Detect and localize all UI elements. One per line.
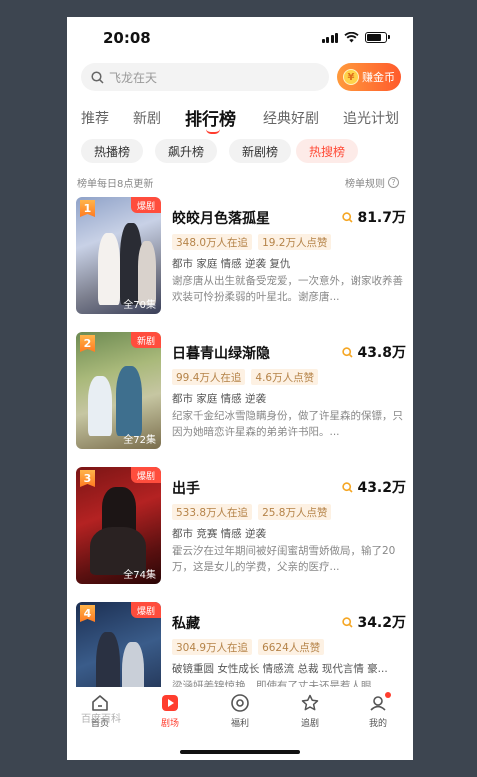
earn-coins-button[interactable]: ¥ 赚金币 [337, 63, 401, 91]
tab-spotlight-plan[interactable]: 追光计划 [343, 108, 399, 128]
genre-tags: 都市 家庭 情感 逆袭 复仇 [172, 258, 291, 270]
heat-value: 81.7万 [357, 210, 406, 226]
heat-score: 81.7万 [342, 207, 406, 227]
search-heat-icon [342, 481, 354, 493]
following-count: 533.8万人在追 [172, 504, 253, 520]
update-notice: 榜单每日8点更新 [77, 179, 154, 190]
tab-new-dramas[interactable]: 新剧 [133, 108, 161, 128]
rules-label: 榜单规则 [345, 179, 385, 190]
battery-icon [365, 32, 390, 43]
wifi-icon [344, 32, 359, 43]
genre-tags: 都市 竞赛 情感 逆袭 [172, 528, 267, 540]
play-icon [162, 695, 178, 711]
nav-following-label: 追剧 [300, 719, 319, 729]
poster-image[interactable]: 3 爆剧 全74集 [76, 467, 161, 584]
list-item[interactable]: 1 爆剧 全70集 皎皎月色落孤星 81.7万 348.0万人在追 19.2万人… [76, 197, 406, 315]
tab-recommend[interactable]: 推荐 [81, 108, 109, 128]
stats-row: 348.0万人在追 19.2万人点赞 [172, 234, 332, 250]
status-icons [321, 32, 390, 43]
search-row: 飞龙在天 ¥ 赚金币 [81, 63, 401, 91]
likes-count: 25.8万人点赞 [258, 504, 332, 520]
search-heat-icon [342, 346, 354, 358]
rank-badge: 4 [80, 605, 95, 622]
ranking-rules-link[interactable]: 榜单规则 ? [345, 175, 399, 190]
phone-screen: 20:08 飞龙在天 ¥ 赚金币 推荐 新剧 排行榜 经典好剧 追光计划 热播榜… [67, 17, 413, 760]
genre-tags: 破镜重圆 女性成长 情感流 总裁 现代言情 豪... [172, 663, 388, 675]
synopsis: 谢彦唐从出生就备受宠爱，一次意外，谢家收养善欢装可怜扮柔弱的叶星北。谢彦唐... [172, 275, 403, 303]
drama-title[interactable]: 出手 [172, 478, 200, 498]
status-bar: 20:08 [67, 17, 413, 61]
nav-following[interactable]: 追剧 [285, 693, 335, 729]
episode-count: 全72集 [123, 435, 156, 446]
poster-tag: 爆剧 [130, 602, 161, 618]
drama-title[interactable]: 皎皎月色落孤星 [172, 208, 270, 228]
earn-coins-label: 赚金币 [362, 71, 395, 84]
help-icon: ? [388, 177, 399, 188]
chip-rising[interactable]: 飙升榜 [155, 139, 217, 163]
episode-count: 全74集 [123, 570, 156, 581]
poster-tag: 新剧 [130, 332, 161, 348]
following-count: 304.9万人在追 [172, 639, 253, 655]
heat-score: 43.8万 [342, 342, 406, 362]
likes-count: 6624人点赞 [258, 639, 325, 655]
star-icon [301, 694, 319, 711]
heat-score: 34.2万 [342, 612, 406, 632]
active-tab-indicator [206, 129, 220, 134]
status-time: 20:08 [103, 29, 151, 47]
synopsis: 纪家千金纪冰雪隐瞒身份，做了许星森的保镖，只因为她暗恋许星森的弟弟许书阳。... [172, 410, 403, 438]
stats-row: 99.4万人在追 4.6万人点赞 [172, 369, 319, 385]
following-count: 348.0万人在追 [172, 234, 253, 250]
chip-new[interactable]: 新剧榜 [229, 139, 291, 163]
heat-score: 43.2万 [342, 477, 406, 497]
list-item[interactable]: 3 爆剧 全74集 出手 43.2万 533.8万人在追 25.8万人点赞 都市… [76, 467, 406, 585]
notification-dot [385, 692, 391, 698]
search-heat-icon [342, 211, 354, 223]
home-indicator[interactable] [180, 750, 300, 754]
following-count: 99.4万人在追 [172, 369, 246, 385]
stats-row: 533.8万人在追 25.8万人点赞 [172, 504, 332, 520]
coin-icon: ¥ [343, 69, 359, 85]
top-tabs: 推荐 新剧 排行榜 经典好剧 追光计划 [67, 105, 413, 131]
poster-image[interactable]: 1 爆剧 全70集 [76, 197, 161, 314]
search-heat-icon [342, 616, 354, 628]
drama-title[interactable]: 日暮青山绿渐隐 [172, 343, 270, 363]
nav-theater-label: 剧场 [160, 719, 179, 729]
chip-hot-playing[interactable]: 热播榜 [81, 139, 143, 163]
search-icon [91, 70, 104, 84]
cellular-signal-icon [321, 32, 338, 43]
genre-tags: 都市 家庭 情感 逆袭 [172, 393, 267, 405]
tab-ranking[interactable]: 排行榜 [185, 105, 236, 130]
likes-count: 19.2万人点赞 [258, 234, 332, 250]
heat-value: 43.2万 [357, 480, 406, 496]
watermark: 百度百科 [81, 714, 121, 725]
rank-badge: 3 [80, 470, 95, 487]
likes-count: 4.6万人点赞 [251, 369, 319, 385]
stats-row: 304.9万人在追 6624人点赞 [172, 639, 325, 655]
search-input[interactable]: 飞龙在天 [81, 63, 329, 91]
nav-welfare[interactable]: 福利 [215, 693, 265, 729]
nav-welfare-label: 福利 [230, 719, 249, 729]
rank-badge: 2 [80, 335, 95, 352]
chip-hot-search[interactable]: 热搜榜 [296, 139, 358, 163]
tab-classic[interactable]: 经典好剧 [263, 108, 319, 128]
nav-profile[interactable]: 我的 [353, 692, 403, 729]
poster-image[interactable]: 2 新剧 全72集 [76, 332, 161, 449]
nav-profile-label: 我的 [368, 719, 387, 729]
heat-value: 43.8万 [357, 345, 406, 361]
list-item[interactable]: 2 新剧 全72集 日暮青山绿渐隐 43.8万 99.4万人在追 4.6万人点赞… [76, 332, 406, 450]
poster-tag: 爆剧 [130, 197, 161, 213]
drama-title[interactable]: 私藏 [172, 613, 200, 633]
search-placeholder: 飞龙在天 [109, 70, 158, 85]
episode-count: 全70集 [123, 300, 156, 311]
rank-badge: 1 [80, 200, 95, 217]
heat-value: 34.2万 [357, 615, 406, 631]
poster-tag: 爆剧 [130, 467, 161, 483]
synopsis: 霍云汐在过年期间被好闺蜜胡雪娇做局，输了20万，这是女儿的学费，父亲的医疗... [172, 545, 396, 573]
compass-icon [231, 694, 249, 712]
nav-theater[interactable]: 剧场 [145, 693, 195, 729]
